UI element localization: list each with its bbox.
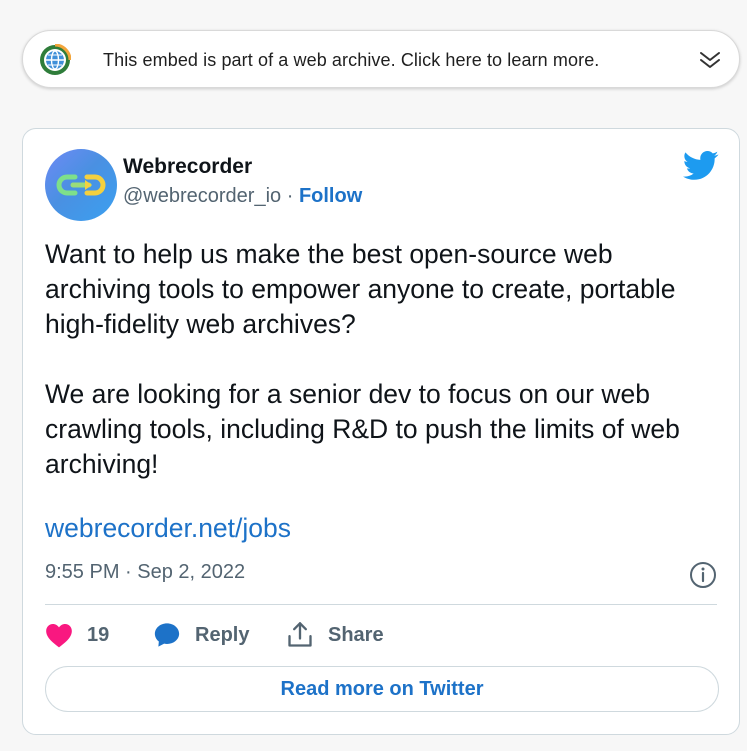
share-label: Share (328, 623, 384, 646)
tweet-timestamp[interactable]: 9:55 PM · Sep 2, 2022 (45, 561, 245, 584)
tweet-paragraph: We are looking for a senior dev to focus… (45, 379, 680, 479)
handle-line: @webrecorder_io · Follow (123, 185, 362, 208)
tweet-card: Webrecorder @webrecorder_io · Follow Wan… (22, 128, 740, 735)
tweet-paragraph: Want to help us make the best open-sourc… (45, 239, 676, 339)
tweet-text: Want to help us make the best open-sourc… (45, 237, 717, 482)
web-archive-banner[interactable]: This embed is part of a web archive. Cli… (22, 30, 740, 88)
like-button[interactable]: 19 (45, 619, 109, 651)
tweet-actions: 19 Reply Share (45, 619, 717, 651)
avatar[interactable] (45, 149, 117, 221)
webrecorder-globe-icon (40, 44, 71, 75)
follow-link[interactable]: Follow (299, 185, 362, 207)
banner-text[interactable]: This embed is part of a web archive. Cli… (103, 31, 599, 89)
handle-separator: · (281, 185, 299, 207)
reply-label: Reply (195, 623, 250, 646)
info-icon[interactable] (689, 561, 717, 589)
read-more-on-twitter-button[interactable]: Read more on Twitter (45, 666, 719, 712)
reply-button[interactable]: Reply (153, 619, 249, 651)
double-chevron-down-icon[interactable] (699, 51, 721, 69)
speech-bubble-icon (154, 623, 180, 647)
share-upload-icon (288, 622, 312, 647)
heart-icon (46, 624, 72, 648)
webrecorder-logo-icon (56, 174, 106, 196)
twitter-bird-icon[interactable] (683, 151, 719, 181)
author-handle[interactable]: @webrecorder_io (123, 185, 281, 207)
author-name[interactable]: Webrecorder (123, 155, 252, 179)
like-count: 19 (87, 623, 110, 646)
jobs-link[interactable]: webrecorder.net/jobs (45, 513, 291, 544)
share-button[interactable]: Share (286, 619, 384, 651)
divider (45, 604, 717, 605)
